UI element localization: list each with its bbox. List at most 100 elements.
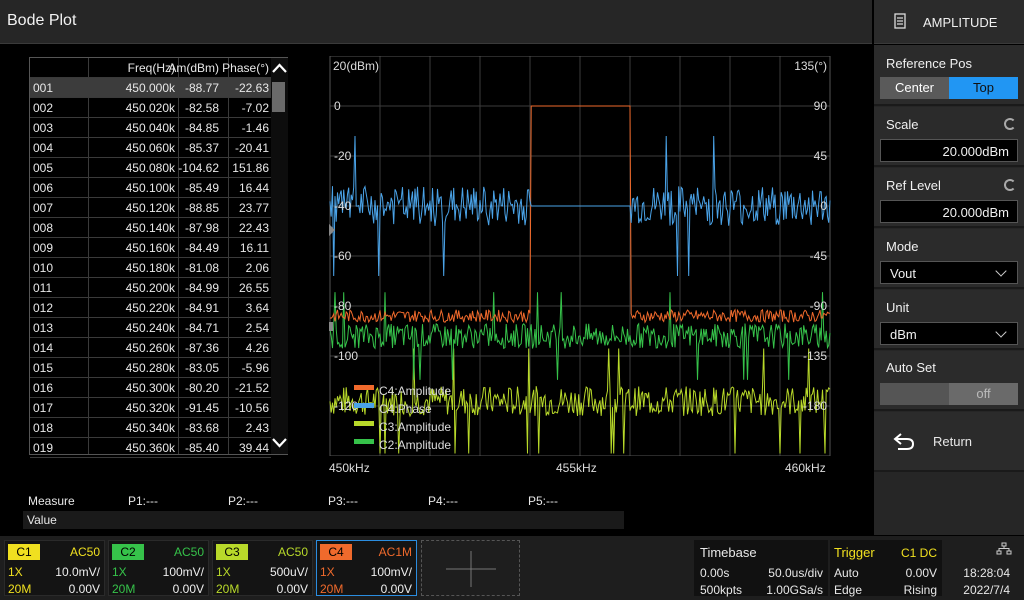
table-cell: 23.77 bbox=[238, 201, 269, 215]
channel-c2-tile[interactable]: C2 AC50 1X 100mV/20M 0.00V bbox=[108, 540, 209, 596]
table-row[interactable]: 013 450.240k -84.71 2.54 bbox=[30, 318, 271, 338]
scale-field[interactable]: 20.000dBm bbox=[880, 139, 1018, 162]
table-row[interactable]: 008 450.140k -87.98 22.43 bbox=[30, 218, 271, 238]
channel-c1-tile[interactable]: C1 AC50 1X 10.0mV/20M 0.00V bbox=[4, 540, 105, 596]
table-row[interactable]: 010 450.180k -81.08 2.06 bbox=[30, 258, 271, 278]
ref-level-field[interactable]: 20.000dBm bbox=[880, 200, 1018, 223]
scale-reset-icon[interactable] bbox=[1004, 118, 1016, 130]
table-cell: 002 bbox=[33, 101, 54, 115]
table-row[interactable]: 019 450.360k -85.40 39.44 bbox=[30, 438, 271, 458]
ref-level-reset-icon[interactable] bbox=[1004, 179, 1016, 191]
network-icon bbox=[996, 542, 1012, 555]
unit-label: Unit bbox=[886, 300, 910, 315]
table-cell: -81.08 bbox=[184, 261, 219, 275]
channel-volts: 100mV/ bbox=[162, 565, 204, 579]
right-axis-tick: 45 bbox=[814, 149, 828, 163]
measure-value-bar: Value bbox=[23, 511, 624, 529]
table-cell: 450.120k bbox=[125, 201, 175, 215]
unit-select[interactable]: dBm bbox=[880, 322, 1018, 345]
measure-item[interactable]: P3:--- bbox=[328, 494, 358, 508]
reference-pos-center-button[interactable]: Center bbox=[880, 77, 949, 99]
title-bar: Bode Plot bbox=[0, 0, 872, 44]
bode-plot-canvas: 20(dBm) 135(°)0-20-40-60-80-100-12090450-… bbox=[323, 55, 831, 457]
table-row[interactable]: 007 450.120k -88.85 23.77 bbox=[30, 198, 271, 218]
table-header-cell: Am(dBm) bbox=[168, 61, 219, 75]
table-cell: 007 bbox=[33, 201, 54, 215]
table-row[interactable]: 011 450.200k -84.99 26.55 bbox=[30, 278, 271, 298]
table-cell: 450.160k bbox=[125, 241, 175, 255]
table-row[interactable]: 001 450.000k -88.77 -22.63 bbox=[30, 78, 271, 98]
table-scrollbar[interactable] bbox=[271, 58, 288, 454]
scroll-up-icon[interactable] bbox=[271, 61, 288, 75]
table-cell: 010 bbox=[33, 261, 54, 275]
scroll-down-icon[interactable] bbox=[271, 436, 288, 450]
table-row[interactable]: 016 450.300k -80.20 -21.52 bbox=[30, 378, 271, 398]
timebase-rate: 1.00GSa/s bbox=[766, 583, 823, 597]
right-axis-tick: 0 bbox=[820, 199, 827, 213]
measure-item[interactable]: P2:--- bbox=[228, 494, 258, 508]
timebase-delay: 0.00s bbox=[700, 566, 730, 580]
table-row[interactable]: 006 450.100k -85.49 16.44 bbox=[30, 178, 271, 198]
left-axis-unit: 20(dBm) bbox=[333, 59, 379, 73]
timebase-points: 500kpts bbox=[700, 583, 743, 597]
table-cell: -87.98 bbox=[184, 221, 219, 235]
mode-select[interactable]: Vout bbox=[880, 261, 1018, 284]
channel-c3-tile[interactable]: C3 AC50 1X 500uV/20M 0.00V bbox=[212, 540, 313, 596]
trigger-type: Edge bbox=[834, 583, 863, 597]
return-button[interactable]: Return bbox=[874, 412, 1024, 472]
auto-set-toggle[interactable]: off bbox=[880, 383, 1018, 405]
table-row[interactable]: 004 450.060k -85.37 -20.41 bbox=[30, 138, 271, 158]
table-cell: 450.000k bbox=[125, 81, 175, 95]
table-cell: -104.62 bbox=[178, 161, 219, 175]
channel-volts: 500uV/ bbox=[269, 565, 308, 579]
table-row[interactable]: 009 450.160k -84.49 16.11 bbox=[30, 238, 271, 258]
table-cell: 017 bbox=[33, 401, 54, 415]
add-channel-slot[interactable] bbox=[421, 540, 520, 596]
table-cell: 26.55 bbox=[238, 281, 269, 295]
table-cell: -80.20 bbox=[184, 381, 219, 395]
table-row[interactable]: 018 450.340k -83.68 2.43 bbox=[30, 418, 271, 438]
plus-icon bbox=[446, 551, 496, 587]
bode-plot[interactable]: 20(dBm) 135(°) 0 -20 -40 -60 -80 -100 -120 90 45 0-… bbox=[323, 55, 831, 457]
table-cell: 009 bbox=[33, 241, 54, 255]
channel-tag: C2 bbox=[112, 544, 144, 560]
legend-label: C3:Amplitude bbox=[379, 420, 451, 434]
mode-label: Mode bbox=[886, 239, 919, 254]
measure-item[interactable]: P4:--- bbox=[428, 494, 458, 508]
table-row[interactable]: 005 450.080k -104.62 151.86 bbox=[30, 158, 271, 178]
reference-pos-label: Reference Pos bbox=[886, 56, 972, 71]
table-cell: 22.43 bbox=[238, 221, 269, 235]
table-row[interactable]: 012 450.220k -84.91 3.64 bbox=[30, 298, 271, 318]
legend-label: C4:Amplitude bbox=[379, 384, 451, 398]
right-axis-tick: 90 bbox=[814, 99, 828, 113]
table-cell: 450.260k bbox=[125, 341, 175, 355]
table-row[interactable]: 017 450.320k -91.45 -10.56 bbox=[30, 398, 271, 418]
table-row[interactable]: 014 450.260k -87.36 4.26 bbox=[30, 338, 271, 358]
channel-offset: 0.00V bbox=[276, 582, 308, 596]
reference-pos-top-button[interactable]: Top bbox=[949, 77, 1018, 99]
table-cell: 005 bbox=[33, 161, 54, 175]
table-cell: 450.020k bbox=[125, 101, 175, 115]
channel-c4-tile[interactable]: C4 AC1M 1X 100mV/20M 0.00V bbox=[316, 540, 417, 596]
timebase-panel[interactable]: Timebase 0.00s 50.0us/div 500kpts 1.00GS… bbox=[694, 540, 828, 597]
table-row[interactable]: 015 450.280k -83.05 -5.96 bbox=[30, 358, 271, 378]
table-row[interactable]: 002 450.020k -82.58 -7.02 bbox=[30, 98, 271, 118]
left-axis-tick: -100 bbox=[334, 349, 358, 363]
legend-label: C4:Phase bbox=[379, 402, 432, 416]
right-axis-tick: -135 bbox=[803, 349, 827, 363]
right-axis-tick: -45 bbox=[810, 249, 828, 263]
table-cell: 450.140k bbox=[125, 221, 175, 235]
table-row[interactable]: 003 450.040k -84.85 -1.46 bbox=[30, 118, 271, 138]
measure-item[interactable]: P1:--- bbox=[128, 494, 158, 508]
measure-item[interactable]: P5:--- bbox=[528, 494, 558, 508]
table-scrollbar-thumb[interactable] bbox=[272, 82, 285, 112]
table-cell: -83.05 bbox=[184, 361, 219, 375]
channel-offset: 0.00V bbox=[380, 582, 412, 596]
table-header-cell: Phase(°) bbox=[222, 61, 269, 75]
amplitude-menu-header[interactable]: AMPLITUDE bbox=[874, 0, 1024, 44]
x-axis-tick: 450kHz bbox=[329, 461, 370, 475]
reference-pos-section: Reference Pos Center Top bbox=[874, 45, 1024, 106]
table-cell: 004 bbox=[33, 141, 54, 155]
trigger-panel[interactable]: Trigger C1 DC Auto 0.00V Edge Rising bbox=[830, 540, 942, 597]
bode-data-table[interactable]: Freq(Hz) Am(dBm) Phase(°) 001 450.000k -88.77… bbox=[29, 57, 288, 458]
